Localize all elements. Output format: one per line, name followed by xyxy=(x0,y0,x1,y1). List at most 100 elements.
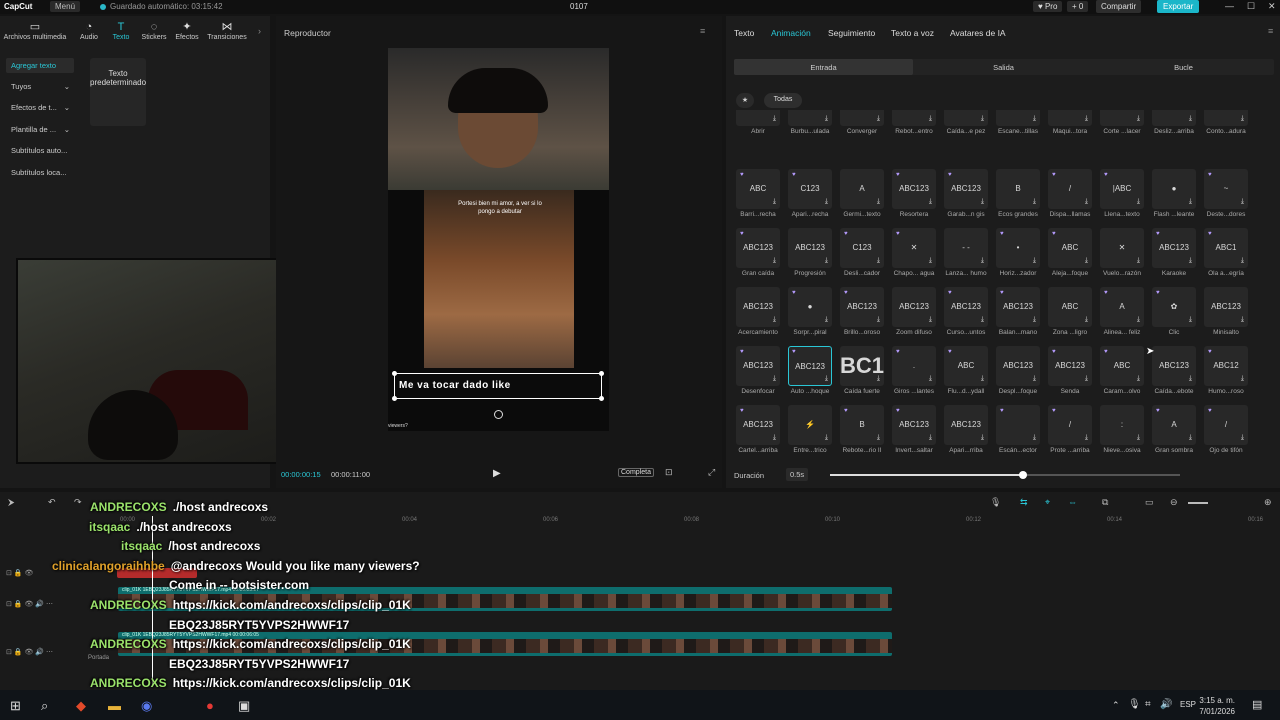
tab-ai-avatars[interactable]: Avatares de IA xyxy=(950,28,1006,38)
animation-preset[interactable]: ABC1⤓Maqui...tora xyxy=(1048,110,1092,144)
fullscreen-icon[interactable]: ⤢ xyxy=(708,467,715,478)
download-icon[interactable]: ⤓ xyxy=(1137,257,1140,265)
download-icon[interactable]: ⤓ xyxy=(1241,257,1244,265)
download-icon[interactable]: ⤓ xyxy=(1033,375,1036,383)
undo-icon[interactable]: ↶ xyxy=(48,497,56,508)
animation-preset[interactable]: ABC123 ⤓ Progresión xyxy=(788,228,832,286)
resize-handle[interactable] xyxy=(599,396,604,401)
download-icon[interactable]: ⤓ xyxy=(1033,198,1036,206)
download-icon[interactable]: ⤓ xyxy=(981,316,984,324)
animation-preset[interactable]: ● ⤓ Flash ...leante xyxy=(1152,169,1196,227)
pro-button[interactable]: ♥ Pro xyxy=(1033,1,1063,12)
animation-preset[interactable]: ABC123 ⤓ Acercamiento xyxy=(736,287,780,345)
animation-preset[interactable]: ABC1♥⤓Corte ...lacer xyxy=(1100,110,1144,144)
animation-preset[interactable]: ABC ♥ ⤓ Flu...d...ydall xyxy=(944,346,988,404)
animation-preset[interactable]: ABC123 ♥ ⤓ Garab...n gis xyxy=(944,169,988,227)
animation-preset[interactable]: ✿ ♥ ⤓ Clic xyxy=(1152,287,1196,345)
download-icon[interactable]: ⤓ xyxy=(773,375,776,383)
animation-preset[interactable]: . ♥ ⤓ Giros ...lantes xyxy=(892,346,936,404)
animation-preset[interactable]: ABC12 ♥ ⤓ Humo...roso xyxy=(1204,346,1248,404)
microphone-icon[interactable]: 🎙 xyxy=(1128,699,1141,710)
language-indicator[interactable]: ESP xyxy=(1180,700,1196,709)
zoom-slider[interactable] xyxy=(1188,502,1208,504)
animation-preset[interactable]: ⚡ ⤓ Entre...trico xyxy=(788,405,832,463)
download-icon[interactable]: ⤓ xyxy=(1137,375,1140,383)
animation-preset[interactable]: BC1 ⤓ Caída fuerte xyxy=(840,346,884,404)
chevron-right-icon[interactable]: › xyxy=(258,26,261,36)
search-icon[interactable]: ⌕ xyxy=(41,698,48,714)
menu-button[interactable]: Menú xyxy=(50,1,81,12)
text-selection-box[interactable]: Me va tocar dado like xyxy=(392,371,604,401)
rotate-icon[interactable] xyxy=(494,410,503,419)
download-icon[interactable]: ⤓ xyxy=(981,375,984,383)
cover-label[interactable]: Portada xyxy=(88,655,109,661)
tab-text-to-speech[interactable]: Texto a voz xyxy=(891,28,934,38)
sidebar-item-yours[interactable]: Tuyos ⌄ xyxy=(6,79,74,94)
animation-preset[interactable]: ABC123♥⤓Caída...e pez xyxy=(944,110,988,144)
sidebar-item-add-text[interactable]: Agregar texto xyxy=(6,58,74,73)
animation-preset[interactable]: ♥ ⤓ Escán...ector xyxy=(996,405,1040,463)
animation-preset[interactable]: ABC123 ♥ ⤓ Karaoke xyxy=(1152,228,1196,286)
download-icon[interactable]: ⤓ xyxy=(1033,257,1036,265)
close-icon[interactable]: ✕ xyxy=(1268,1,1276,12)
download-icon[interactable]: ⤓ xyxy=(773,316,776,324)
download-icon[interactable]: ⤓ xyxy=(1241,115,1244,123)
download-icon[interactable]: ⤓ xyxy=(1189,115,1192,123)
animation-preset[interactable]: ABC123 ⤓ Minisalto xyxy=(1204,287,1248,345)
animation-preset[interactable]: BCT⤓Abrir xyxy=(736,110,780,144)
tab-text[interactable]: Texto xyxy=(734,28,754,38)
animation-preset[interactable]: ABC123 ♥ ⤓ Gran caída xyxy=(736,228,780,286)
animation-preset[interactable]: ~ ♥ ⤓ Deste...dores xyxy=(1204,169,1248,227)
animation-preset[interactable]: ABC♥⤓Burbu...ulada xyxy=(788,110,832,144)
network-icon[interactable]: ⌗ xyxy=(1145,699,1151,710)
duration-knob[interactable] xyxy=(1018,471,1027,479)
animation-preset[interactable]: A ♥ ⤓ Gran sombra xyxy=(1152,405,1196,463)
download-icon[interactable]: ⤓ xyxy=(877,316,880,324)
download-icon[interactable]: ⤓ xyxy=(929,198,932,206)
download-icon[interactable]: ⤓ xyxy=(1137,115,1140,123)
animation-preset[interactable]: ABC123⤓Rebot...entro xyxy=(892,110,936,144)
zoom-fit-icon[interactable]: ⊕ xyxy=(1264,497,1272,508)
resize-handle[interactable] xyxy=(392,396,397,401)
track-controls[interactable]: ⊡ 🔒 👁 🔊 ⋯ xyxy=(6,648,53,656)
animation-preset[interactable]: ✕ ⤓ Vuelo...razón xyxy=(1100,228,1144,286)
download-icon[interactable]: ⤓ xyxy=(1085,316,1088,324)
animation-preset[interactable]: ABC1♥⤓Converger xyxy=(840,110,884,144)
export-button[interactable]: Exportar xyxy=(1157,0,1200,13)
chevron-up-icon[interactable]: ⌃ xyxy=(1112,700,1120,711)
sidebar-item-local-subtitles[interactable]: Subtítulos loca... xyxy=(6,165,74,180)
animation-preset[interactable]: ABC1 ♥ ⤓ Ola a...egría xyxy=(1204,228,1248,286)
download-icon[interactable]: ⤓ xyxy=(773,257,776,265)
preview-icon[interactable]: ▭ xyxy=(1145,497,1154,508)
animation-preset[interactable]: - - ⤓ Lanza... humo xyxy=(944,228,988,286)
animation-preset[interactable]: ABC123 ♥ ⤓ Auto ...hoque xyxy=(788,346,832,404)
tab-animation[interactable]: Animación xyxy=(771,28,811,38)
download-icon[interactable]: ⤓ xyxy=(929,434,932,442)
file-explorer-icon[interactable]: ▬ xyxy=(108,698,121,713)
download-icon[interactable]: ⤓ xyxy=(825,115,828,123)
download-icon[interactable]: ⤓ xyxy=(877,257,880,265)
brave-browser-icon[interactable]: ◆ xyxy=(76,698,86,714)
menu-icon[interactable]: ≡ xyxy=(1268,26,1273,36)
download-icon[interactable]: ⤓ xyxy=(1033,316,1036,324)
animation-preset[interactable]: ABC123 ⤓ Apari...rriba xyxy=(944,405,988,463)
download-icon[interactable]: ⤓ xyxy=(1189,198,1192,206)
download-icon[interactable]: ⤓ xyxy=(929,115,932,123)
animation-preset[interactable]: / ♥ ⤓ Dispa...llamas xyxy=(1048,169,1092,227)
sidebar-item-templates[interactable]: Plantilla de ... ⌄ xyxy=(6,122,74,137)
animation-preset[interactable]: ABC123 ♥ ⤓ Desenfocar xyxy=(736,346,780,404)
animation-preset[interactable]: ABC ♥ ⤓ Aleja...foque xyxy=(1048,228,1092,286)
clock[interactable]: 3:15 a. m. 7/01/2026 xyxy=(1199,695,1235,717)
download-icon[interactable]: ⤓ xyxy=(1189,434,1192,442)
download-icon[interactable]: ⤓ xyxy=(1137,316,1140,324)
animation-preset[interactable]: B ⤓ Ecos grandes xyxy=(996,169,1040,227)
link-icon[interactable]: ⇆ xyxy=(1020,497,1028,508)
redo-icon[interactable]: ↷ xyxy=(74,497,82,508)
track-controls[interactable]: ⊡ 🔒 👁 xyxy=(6,569,33,577)
animation-preset[interactable]: Ag♥⤓Desliz...arriba xyxy=(1152,110,1196,144)
download-icon[interactable]: ⤓ xyxy=(981,115,984,123)
tool-audio[interactable]: ◔ Audio xyxy=(72,20,106,41)
split-icon[interactable]: ⧉ xyxy=(1102,497,1108,508)
download-icon[interactable]: ⤓ xyxy=(1241,375,1244,383)
download-icon[interactable]: ⤓ xyxy=(1189,257,1192,265)
